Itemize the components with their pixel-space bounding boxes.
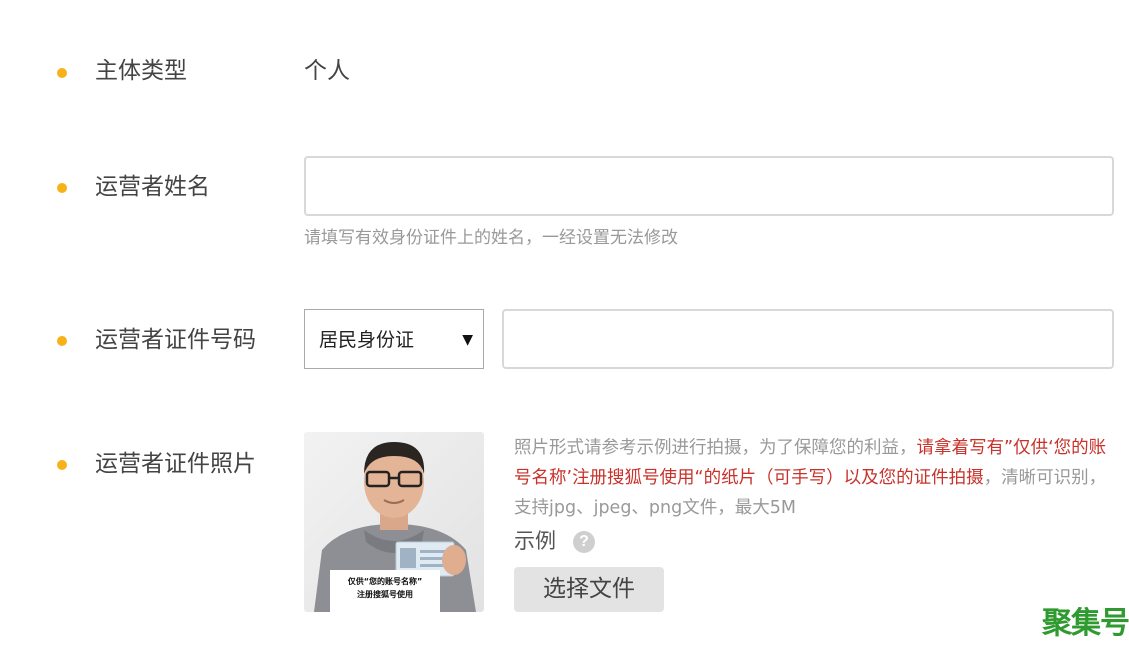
- sample-id-photo: 仅供“您的账号名称” 注册搜狐号使用: [304, 432, 484, 612]
- operator-id-photo-label: 运营者证件照片: [95, 451, 256, 477]
- bullet-dot: [57, 460, 67, 470]
- id-number-input[interactable]: [502, 309, 1114, 369]
- example-label: 示例: [514, 529, 556, 553]
- operator-name-input[interactable]: [304, 156, 1114, 216]
- bullet-dot: [57, 68, 67, 78]
- watermark-logo: 聚集号: [1042, 606, 1129, 641]
- photo-instructions: 照片形式请参考示例进行拍摄，为了保障您的利益，请拿着写有”仅供‘您的账号名称’注…: [514, 433, 1114, 523]
- sample-photo-sign-text: 仅供“您的账号名称” 注册搜狐号使用: [330, 575, 440, 601]
- operator-id-number-label: 运营者证件号码: [95, 327, 256, 353]
- bullet-dot: [57, 183, 67, 193]
- operator-name-hint: 请填写有效身份证件上的姓名，一经设置无法修改: [304, 228, 678, 248]
- subject-type-value: 个人: [304, 58, 350, 84]
- operator-name-label: 运营者姓名: [95, 174, 210, 200]
- bullet-dot: [57, 336, 67, 346]
- id-type-select[interactable]: 居民身份证 ▼: [304, 309, 484, 369]
- question-mark-icon[interactable]: ?: [573, 531, 595, 553]
- subject-type-label: 主体类型: [95, 58, 187, 84]
- instructions-text-part1: 照片形式请参考示例进行拍摄，为了保障您的利益，: [514, 438, 917, 458]
- sign-line-2: 注册搜狐号使用: [357, 590, 413, 599]
- choose-file-button[interactable]: 选择文件: [514, 567, 664, 612]
- sign-line-1: 仅供“您的账号名称”: [347, 577, 423, 586]
- id-type-selected-value: 居民身份证: [319, 329, 415, 351]
- dropdown-arrow-icon: ▼: [462, 332, 473, 348]
